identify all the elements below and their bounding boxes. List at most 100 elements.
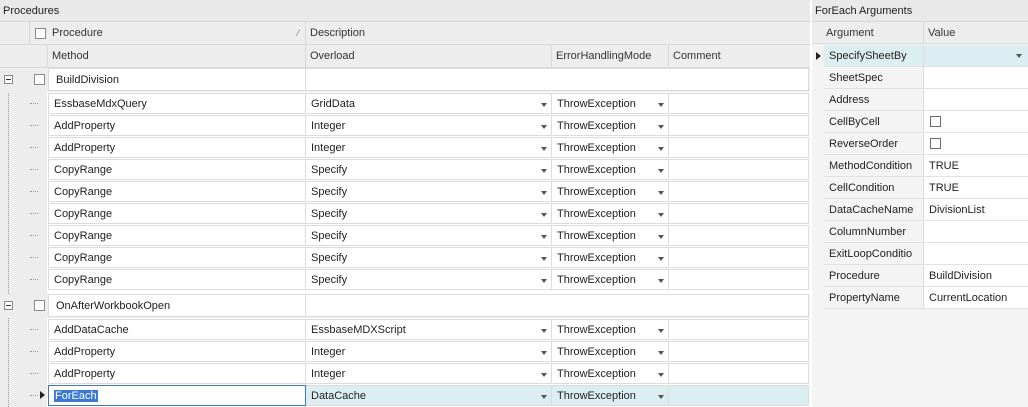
method-row[interactable]: AddProperty Integer ThrowException bbox=[0, 341, 810, 363]
value-column-header[interactable]: Value bbox=[924, 22, 1028, 44]
argument-row[interactable]: SheetSpec bbox=[812, 67, 1028, 89]
procedure-group-row[interactable]: OnAfterWorkbookOpen bbox=[0, 294, 810, 318]
overload-cell[interactable]: Integer bbox=[306, 363, 552, 384]
error-handling-cell[interactable]: ThrowException bbox=[552, 115, 669, 136]
method-cell[interactable]: AddDataCache bbox=[48, 319, 306, 340]
error-handling-dropdown-icon[interactable] bbox=[654, 320, 668, 339]
error-handling-dropdown-icon[interactable] bbox=[654, 364, 668, 383]
argument-row[interactable]: PropertyName CurrentLocation bbox=[812, 287, 1028, 309]
error-handling-cell[interactable]: ThrowException bbox=[552, 247, 669, 268]
procedure-description[interactable] bbox=[306, 294, 809, 317]
argument-value[interactable]: DivisionList bbox=[924, 199, 1028, 221]
method-row[interactable]: AddProperty Integer ThrowException bbox=[0, 363, 810, 385]
overload-dropdown-icon[interactable] bbox=[537, 226, 551, 245]
overload-cell[interactable]: EssbaseMDXScript bbox=[306, 319, 552, 340]
argument-row[interactable]: SpecifySheetBy bbox=[812, 45, 1028, 67]
method-row[interactable]: AddProperty Integer ThrowException bbox=[0, 137, 810, 159]
argument-value[interactable] bbox=[924, 89, 1028, 111]
overload-cell[interactable]: Specify bbox=[306, 225, 552, 246]
overload-dropdown-icon[interactable] bbox=[537, 160, 551, 179]
error-handling-cell[interactable]: ThrowException bbox=[552, 203, 669, 224]
method-cell[interactable]: AddProperty bbox=[48, 137, 306, 158]
overload-dropdown-icon[interactable] bbox=[537, 94, 551, 113]
error-handling-dropdown-icon[interactable] bbox=[654, 116, 668, 135]
method-row[interactable]: ForEach DataCache ThrowException bbox=[0, 385, 810, 407]
error-handling-column-header[interactable]: ErrorHandlingMode bbox=[552, 45, 669, 68]
argument-checkbox[interactable] bbox=[930, 138, 941, 149]
procedure-column-header[interactable]: Procedure ⁄ bbox=[48, 22, 306, 45]
procedure-name[interactable]: OnAfterWorkbookOpen bbox=[48, 294, 306, 317]
method-row[interactable]: CopyRange Specify ThrowException bbox=[0, 203, 810, 225]
method-row[interactable]: CopyRange Specify ThrowException bbox=[0, 159, 810, 181]
overload-cell[interactable]: GridData bbox=[306, 93, 552, 114]
overload-dropdown-icon[interactable] bbox=[537, 364, 551, 383]
comment-cell[interactable] bbox=[669, 115, 809, 136]
error-handling-cell[interactable]: ThrowException bbox=[552, 159, 669, 180]
method-cell[interactable]: CopyRange bbox=[48, 181, 306, 202]
error-handling-cell[interactable]: ThrowException bbox=[552, 341, 669, 362]
collapse-toggle-icon[interactable] bbox=[4, 301, 13, 310]
comment-cell[interactable] bbox=[669, 93, 809, 114]
error-handling-cell[interactable]: ThrowException bbox=[552, 385, 669, 406]
argument-row[interactable]: Address bbox=[812, 89, 1028, 111]
argument-row[interactable]: DataCacheName DivisionList bbox=[812, 199, 1028, 221]
error-handling-dropdown-icon[interactable] bbox=[654, 270, 668, 289]
overload-cell[interactable]: Specify bbox=[306, 159, 552, 180]
overload-cell[interactable]: Integer bbox=[306, 341, 552, 362]
overload-cell[interactable]: DataCache bbox=[306, 385, 552, 406]
overload-cell[interactable]: Specify bbox=[306, 203, 552, 224]
collapse-toggle-icon[interactable] bbox=[4, 75, 13, 84]
argument-value[interactable]: CurrentLocation bbox=[924, 287, 1028, 309]
error-handling-cell[interactable]: ThrowException bbox=[552, 225, 669, 246]
error-handling-cell[interactable]: ThrowException bbox=[552, 93, 669, 114]
method-cell[interactable]: ForEach bbox=[48, 385, 306, 406]
argument-checkbox[interactable] bbox=[930, 116, 941, 127]
error-handling-dropdown-icon[interactable] bbox=[654, 226, 668, 245]
argument-value[interactable] bbox=[924, 45, 1028, 67]
comment-cell[interactable] bbox=[669, 181, 809, 202]
error-handling-cell[interactable]: ThrowException bbox=[552, 181, 669, 202]
argument-value[interactable] bbox=[924, 221, 1028, 243]
overload-column-header[interactable]: Overload bbox=[306, 45, 552, 68]
method-row[interactable]: AddDataCache EssbaseMDXScript ThrowExcepti… bbox=[0, 319, 810, 341]
method-row[interactable]: CopyRange Specify ThrowException bbox=[0, 225, 810, 247]
overload-cell[interactable]: Specify bbox=[306, 181, 552, 202]
argument-value[interactable]: TRUE bbox=[924, 155, 1028, 177]
comment-column-header[interactable]: Comment bbox=[669, 45, 810, 68]
overload-dropdown-icon[interactable] bbox=[537, 204, 551, 223]
overload-cell[interactable]: Specify bbox=[306, 247, 552, 268]
overload-cell[interactable]: Integer bbox=[306, 137, 552, 158]
method-cell[interactable]: CopyRange bbox=[48, 247, 306, 268]
argument-row[interactable]: CellCondition TRUE bbox=[812, 177, 1028, 199]
overload-cell[interactable]: Integer bbox=[306, 115, 552, 136]
description-column-header[interactable]: Description bbox=[306, 22, 810, 45]
method-cell[interactable]: EssbaseMdxQuery bbox=[48, 93, 306, 114]
procedure-group-row[interactable]: BuildDivision bbox=[0, 68, 810, 92]
argument-value[interactable] bbox=[924, 133, 1028, 155]
overload-dropdown-icon[interactable] bbox=[537, 386, 551, 405]
procedure-description[interactable] bbox=[306, 68, 809, 91]
overload-dropdown-icon[interactable] bbox=[537, 320, 551, 339]
method-row[interactable]: AddProperty Integer ThrowException bbox=[0, 115, 810, 137]
overload-dropdown-icon[interactable] bbox=[537, 182, 551, 201]
error-handling-dropdown-icon[interactable] bbox=[654, 248, 668, 267]
procedure-checkbox[interactable] bbox=[34, 300, 45, 311]
argument-row[interactable]: ReverseOrder bbox=[812, 133, 1028, 155]
error-handling-dropdown-icon[interactable] bbox=[654, 386, 668, 405]
comment-cell[interactable] bbox=[669, 269, 809, 290]
value-dropdown-icon[interactable] bbox=[1012, 45, 1026, 66]
error-handling-dropdown-icon[interactable] bbox=[654, 182, 668, 201]
argument-row[interactable]: CellByCell bbox=[812, 111, 1028, 133]
argument-column-header[interactable]: Argument bbox=[812, 22, 924, 44]
method-cell[interactable]: CopyRange bbox=[48, 225, 306, 246]
method-cell[interactable]: CopyRange bbox=[48, 269, 306, 290]
argument-row[interactable]: ExitLoopConditio bbox=[812, 243, 1028, 265]
method-cell[interactable]: AddProperty bbox=[48, 341, 306, 362]
overload-dropdown-icon[interactable] bbox=[537, 248, 551, 267]
argument-row[interactable]: Procedure BuildDivision bbox=[812, 265, 1028, 287]
method-cell[interactable]: AddProperty bbox=[48, 363, 306, 384]
procedure-checkbox[interactable] bbox=[34, 74, 45, 85]
procedure-name[interactable]: BuildDivision bbox=[48, 68, 306, 91]
error-handling-cell[interactable]: ThrowException bbox=[552, 319, 669, 340]
comment-cell[interactable] bbox=[669, 385, 809, 406]
